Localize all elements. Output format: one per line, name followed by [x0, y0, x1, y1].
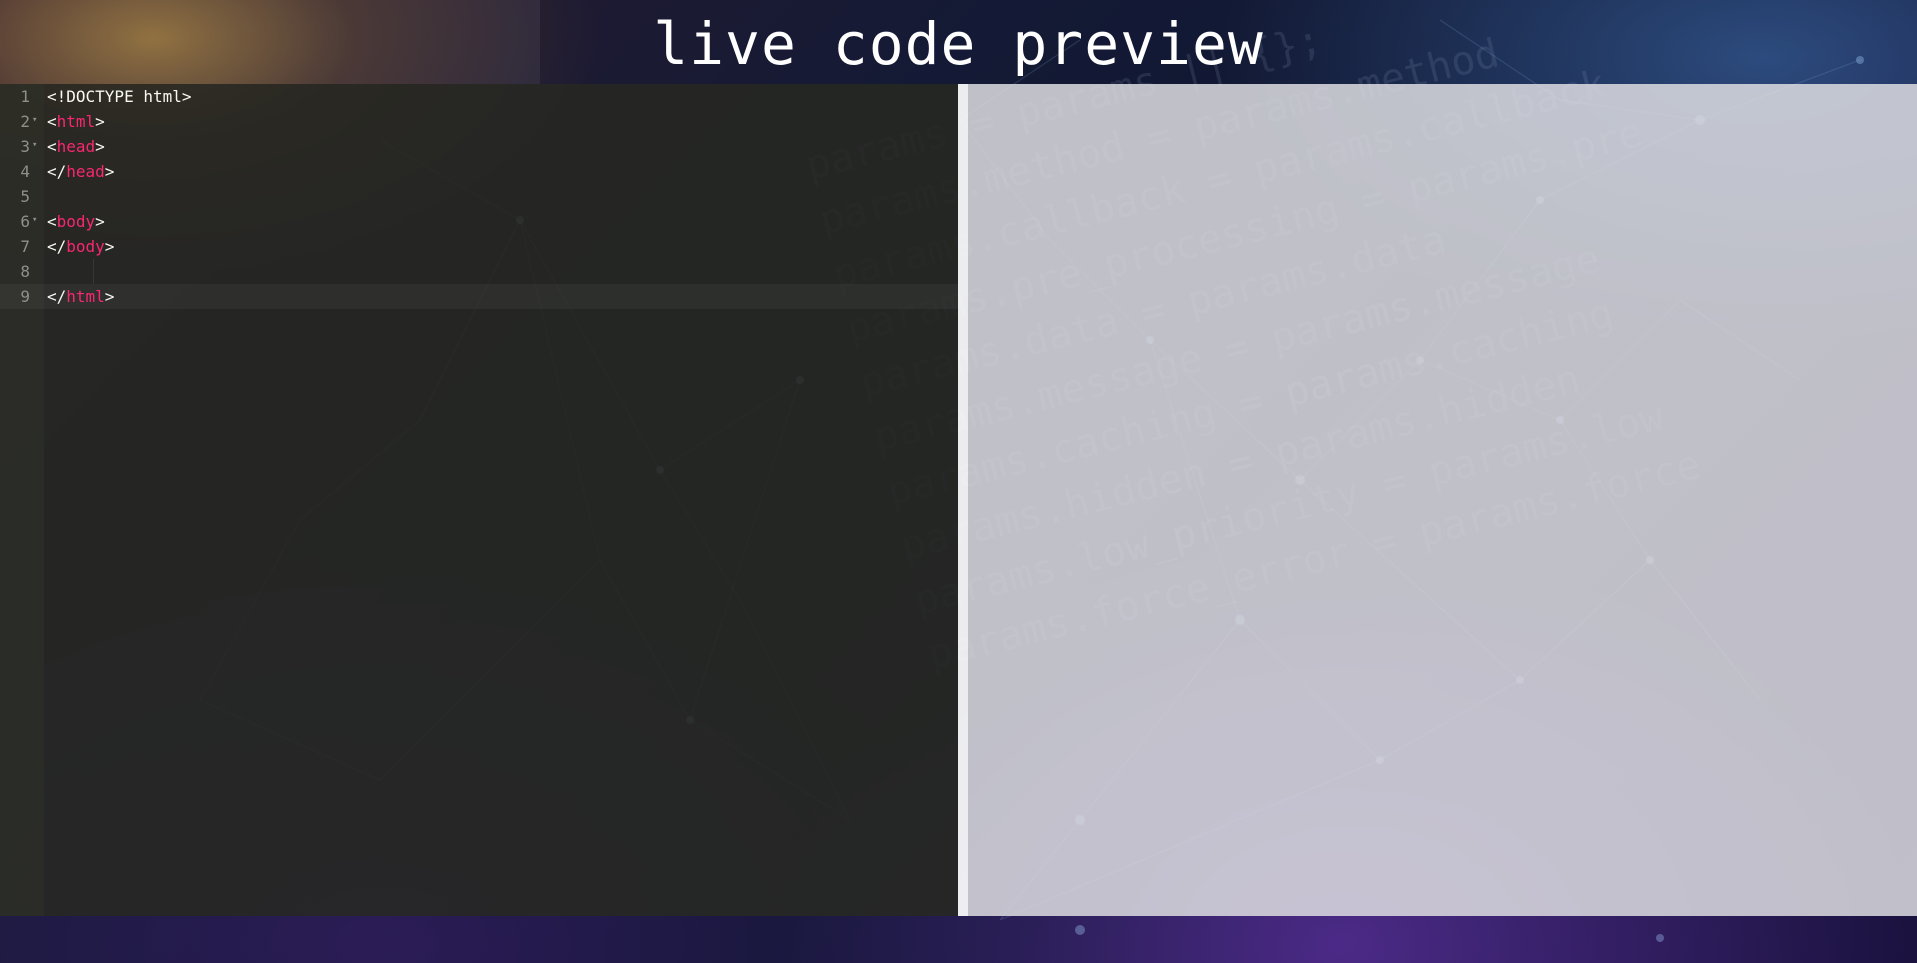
- app-root: params = params || {}; params.method = p…: [0, 0, 1917, 963]
- tag-name-token: head: [66, 162, 105, 181]
- code-editor[interactable]: 1 <!DOCTYPE html> 2 ▾ <html> 3 ▾ <head> 4 </head>…: [0, 84, 958, 916]
- syntax-token: >: [104, 237, 115, 256]
- code-text[interactable]: </html>: [47, 284, 114, 309]
- code-text[interactable]: </head>: [47, 159, 114, 184]
- tag-name-token: body: [66, 237, 105, 256]
- code-line[interactable]: 3 ▾ <head>: [0, 134, 958, 159]
- line-number: 2: [20, 112, 30, 131]
- code-line[interactable]: 9 </html>: [0, 284, 958, 309]
- line-number: 8: [20, 262, 30, 281]
- code-line[interactable]: 6 ▾ <body>: [0, 209, 958, 234]
- tag-name-token: html: [66, 287, 105, 306]
- live-preview-pane[interactable]: [968, 84, 1917, 916]
- fold-arrow-icon[interactable]: ▾: [32, 209, 37, 231]
- code-line[interactable]: 8: [0, 259, 958, 284]
- syntax-token: >: [95, 212, 105, 231]
- syntax-token: >: [104, 287, 115, 306]
- tag-name-token: head: [56, 137, 96, 156]
- tag-name-token: body: [56, 212, 96, 231]
- code-text[interactable]: </body>: [47, 234, 114, 259]
- tag-name-token: html: [56, 112, 96, 131]
- syntax-token: >: [104, 162, 115, 181]
- code-line[interactable]: 7 </body>: [0, 234, 958, 259]
- syntax-token: >: [95, 137, 105, 156]
- syntax-token: <!DOCTYPE html>: [47, 87, 192, 106]
- syntax-token: </: [47, 162, 67, 181]
- syntax-token: <: [47, 112, 57, 131]
- line-number: 3: [20, 137, 30, 156]
- pane-resize-handle[interactable]: [958, 84, 968, 916]
- code-text[interactable]: <head>: [47, 134, 105, 159]
- line-number: 7: [20, 237, 30, 256]
- code-text[interactable]: <html>: [47, 109, 105, 134]
- syntax-token: >: [95, 112, 105, 131]
- code-lines[interactable]: 1 <!DOCTYPE html> 2 ▾ <html> 3 ▾ <head> 4 </head>…: [0, 84, 958, 309]
- syntax-token: <: [47, 137, 57, 156]
- code-line[interactable]: 1 <!DOCTYPE html>: [0, 84, 958, 109]
- syntax-token: <: [47, 212, 57, 231]
- code-text[interactable]: <!DOCTYPE html>: [47, 84, 192, 109]
- code-line[interactable]: 5: [0, 184, 958, 209]
- fold-arrow-icon[interactable]: ▾: [32, 109, 37, 131]
- syntax-token: </: [47, 237, 67, 256]
- page-title: live code preview: [653, 10, 1264, 78]
- code-text[interactable]: <body>: [47, 209, 105, 234]
- line-number: 9: [20, 287, 30, 306]
- line-number: 1: [20, 87, 30, 106]
- fold-arrow-icon[interactable]: ▾: [32, 134, 37, 156]
- code-line[interactable]: 4 </head>: [0, 159, 958, 184]
- line-number: 6: [20, 212, 30, 231]
- line-number: 5: [20, 187, 30, 206]
- syntax-token: </: [47, 287, 67, 306]
- code-line[interactable]: 2 ▾ <html>: [0, 109, 958, 134]
- line-number: 4: [20, 162, 30, 181]
